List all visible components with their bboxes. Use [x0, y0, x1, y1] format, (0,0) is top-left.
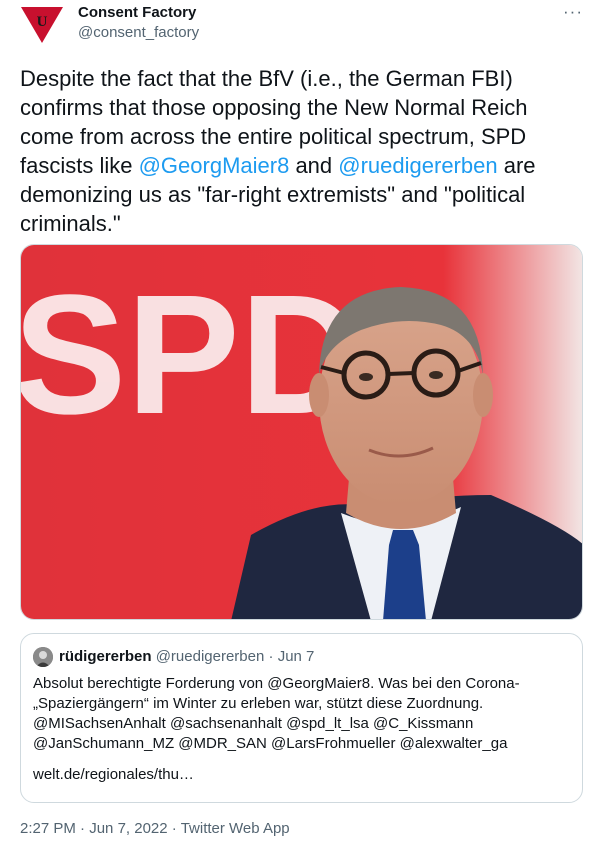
quoted-tweet-line: „Spaziergängern“ im Winter zu erleben wa… — [33, 695, 484, 712]
mention-ruedigererben[interactable]: @ruedigererben — [338, 153, 497, 178]
more-options-icon[interactable]: ··· — [560, 2, 586, 24]
red-triangle-u-logo-icon: U — [21, 7, 63, 43]
quoted-author-handle[interactable]: @ruedigererben — [156, 648, 265, 665]
separator-dot: · — [75, 820, 90, 837]
author-name[interactable]: Consent Factory — [78, 4, 196, 21]
tweet-source[interactable]: Twitter Web App — [181, 820, 290, 837]
quoted-tweet-line: Absolut berechtigte Forderung von @Georg… — [33, 675, 520, 692]
author-avatar[interactable]: U — [20, 4, 64, 44]
quoted-tweet-link[interactable]: welt.de/regionales/thu… — [33, 766, 194, 783]
author-handle[interactable]: @consent_factory — [78, 24, 199, 41]
spd-logo-letters: SPD — [21, 260, 363, 450]
quoted-tweet-header: rüdigererben @ruedigererben · Jun 7 — [59, 648, 314, 665]
tweet-photo[interactable]: SPD — [20, 244, 583, 620]
quoted-tweet[interactable]: rüdigererben @ruedigererben · Jun 7 Abso… — [20, 633, 583, 803]
tweet-date[interactable]: Jun 7, 2022 — [89, 820, 167, 837]
tweet-text: Despite the fact that the BfV (i.e., the… — [20, 64, 580, 238]
quoted-author-name[interactable]: rüdigererben — [59, 648, 152, 665]
tweet-text-part: and — [289, 153, 339, 178]
quoted-tweet-body: Absolut berechtigte Forderung von @Georg… — [33, 674, 578, 754]
avatar-letter: U — [37, 14, 48, 30]
quoted-tweet-date[interactable]: Jun 7 — [278, 648, 315, 665]
tweet-time[interactable]: 2:27 PM — [20, 820, 76, 837]
spd-portrait-image: SPD — [21, 245, 582, 619]
quoted-tweet-line: @JanSchumann_MZ @MDR_SAN @LarsFrohmuelle… — [33, 735, 508, 752]
mention-georgmaier8[interactable]: @GeorgMaier8 — [139, 153, 290, 178]
person-avatar-icon — [33, 647, 53, 667]
quoted-tweet-line: @MISachsenAnhalt @sachsenanhalt @spd_lt_… — [33, 715, 474, 732]
separator-dot: · — [264, 648, 278, 665]
separator-dot: · — [167, 820, 181, 837]
quoted-author-avatar[interactable] — [33, 647, 53, 667]
tweet-timestamp: 2:27 PM · Jun 7, 2022 · Twitter Web App — [20, 820, 290, 837]
